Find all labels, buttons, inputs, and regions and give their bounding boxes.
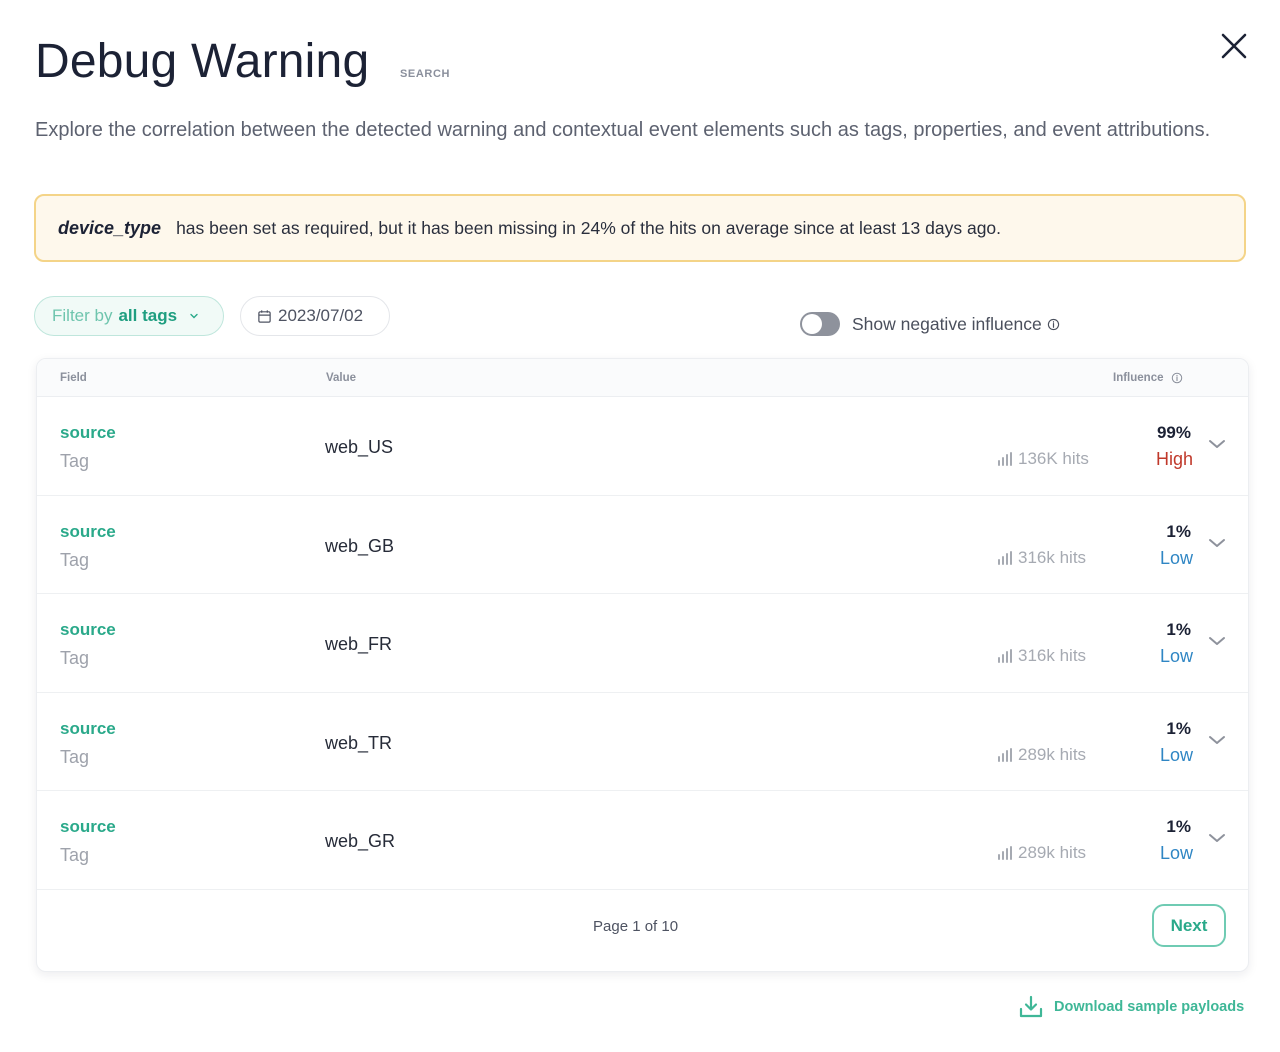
row-field-name: source — [60, 718, 116, 738]
next-page-button[interactable]: Next — [1152, 904, 1226, 947]
chevron-down-icon — [190, 313, 198, 319]
row-influence-percent: 1% — [1166, 620, 1191, 640]
page-description: Explore the correlation between the dete… — [35, 119, 1211, 141]
table-pagination: Page 1 of 10 Next — [37, 885, 1248, 971]
row-influence-percent: 1% — [1166, 521, 1191, 541]
table-body: source Tag web_US 136K hits 99% High sou… — [37, 397, 1248, 890]
row-field-name: source — [60, 521, 116, 541]
close-button[interactable] — [1216, 28, 1252, 64]
table-row[interactable]: source Tag web_GR 289k hits 1% Low — [37, 791, 1248, 890]
table-header: Field Value Influence — [37, 359, 1248, 397]
row-field-name: source — [60, 620, 116, 640]
page-info: Page 1 of 10 — [593, 918, 679, 935]
row-field-type: Tag — [60, 451, 90, 471]
date-value: 2023/07/02 — [278, 306, 364, 325]
table-row[interactable]: source Tag web_FR 316k hits 1% Low — [37, 594, 1248, 693]
row-influence-level: Low — [1159, 744, 1193, 765]
chevron-down-icon[interactable] — [1207, 831, 1227, 845]
bar-chart-icon — [998, 452, 1012, 466]
row-value: web_FR — [325, 634, 393, 655]
table-row[interactable]: source Tag web_US 136K hits 99% High — [37, 397, 1248, 496]
row-field-name: source — [60, 817, 116, 837]
row-hits-label: 316k hits — [1018, 646, 1087, 666]
column-header-field: Field — [60, 372, 87, 384]
row-hits: 289k hits — [997, 745, 1086, 765]
page-title: Debug Warning — [35, 35, 370, 88]
bar-chart-icon — [998, 747, 1012, 762]
row-influence-level: Low — [1159, 547, 1193, 568]
row-hits: 316k hits — [997, 646, 1086, 666]
row-hits-label: 289k hits — [1018, 843, 1087, 863]
column-header-influence-label: Influence — [1113, 372, 1164, 384]
row-hits: 289k hits — [997, 843, 1086, 863]
chevron-down-icon[interactable] — [1207, 437, 1227, 451]
row-influence-percent: 99% — [1156, 423, 1191, 442]
row-field-type: Tag — [60, 746, 90, 767]
bar-chart-icon — [998, 846, 1012, 861]
search-tag[interactable]: SEARCH — [400, 68, 450, 80]
row-value: web_US — [325, 437, 394, 457]
chevron-down-icon[interactable] — [1207, 733, 1227, 747]
table-row[interactable]: source Tag web_GB 316k hits 1% Low — [37, 496, 1248, 595]
chevron-down-icon[interactable] — [1207, 634, 1227, 648]
row-field-name: source — [60, 423, 116, 442]
close-icon — [1221, 33, 1247, 59]
row-influence-level: High — [1155, 449, 1193, 469]
column-header-influence: Influence — [1113, 372, 1183, 384]
calendar-icon — [258, 309, 271, 323]
row-influence-percent: 1% — [1166, 718, 1191, 738]
row-influence-level: Low — [1159, 843, 1193, 864]
warning-alert: device_type has been set as required, bu… — [34, 194, 1246, 262]
download-sample-payloads-link[interactable]: Download sample payloads — [1018, 994, 1244, 1020]
row-hits: 316k hits — [997, 548, 1086, 568]
filter-value: all tags — [118, 306, 178, 325]
toggle-knob — [802, 314, 822, 334]
row-hits-label: 136K hits — [1018, 449, 1089, 468]
alert-field-name: device_type — [58, 217, 162, 238]
download-label: Download sample payloads — [1054, 999, 1245, 1015]
alert-message: has been set as required, but it has bee… — [176, 217, 1002, 238]
info-icon[interactable] — [1047, 318, 1060, 331]
row-field-type: Tag — [60, 648, 90, 669]
bar-chart-icon — [998, 649, 1012, 664]
download-icon — [1019, 995, 1043, 1018]
filter-tags-dropdown[interactable]: Filter by all tags — [34, 296, 224, 336]
chevron-down-icon[interactable] — [1207, 536, 1227, 550]
filter-prefix: Filter by — [52, 306, 113, 325]
row-value: web_GR — [325, 831, 396, 852]
row-hits-label: 289k hits — [1018, 744, 1087, 764]
table-row[interactable]: source Tag web_TR 289k hits 1% Low — [37, 693, 1248, 792]
row-value: web_TR — [325, 732, 393, 753]
negative-influence-toggle-group: Show negative influence — [800, 312, 1060, 336]
influence-table: Field Value Influence source Tag web_US … — [36, 358, 1249, 972]
row-field-type: Tag — [60, 845, 90, 866]
row-influence-level: Low — [1159, 646, 1193, 667]
row-field-type: Tag — [60, 549, 90, 570]
bar-chart-icon — [998, 550, 1012, 565]
date-picker-button[interactable]: 2023/07/02 — [240, 296, 390, 336]
row-hits-label: 316k hits — [1018, 547, 1087, 567]
negative-influence-toggle[interactable] — [800, 312, 840, 336]
row-influence-percent: 1% — [1166, 817, 1191, 837]
column-header-value: Value — [326, 372, 357, 384]
row-hits: 136K hits — [997, 449, 1089, 469]
toggle-label: Show negative influence — [852, 313, 1042, 334]
info-icon[interactable] — [1171, 372, 1183, 384]
row-value: web_GB — [325, 535, 395, 556]
